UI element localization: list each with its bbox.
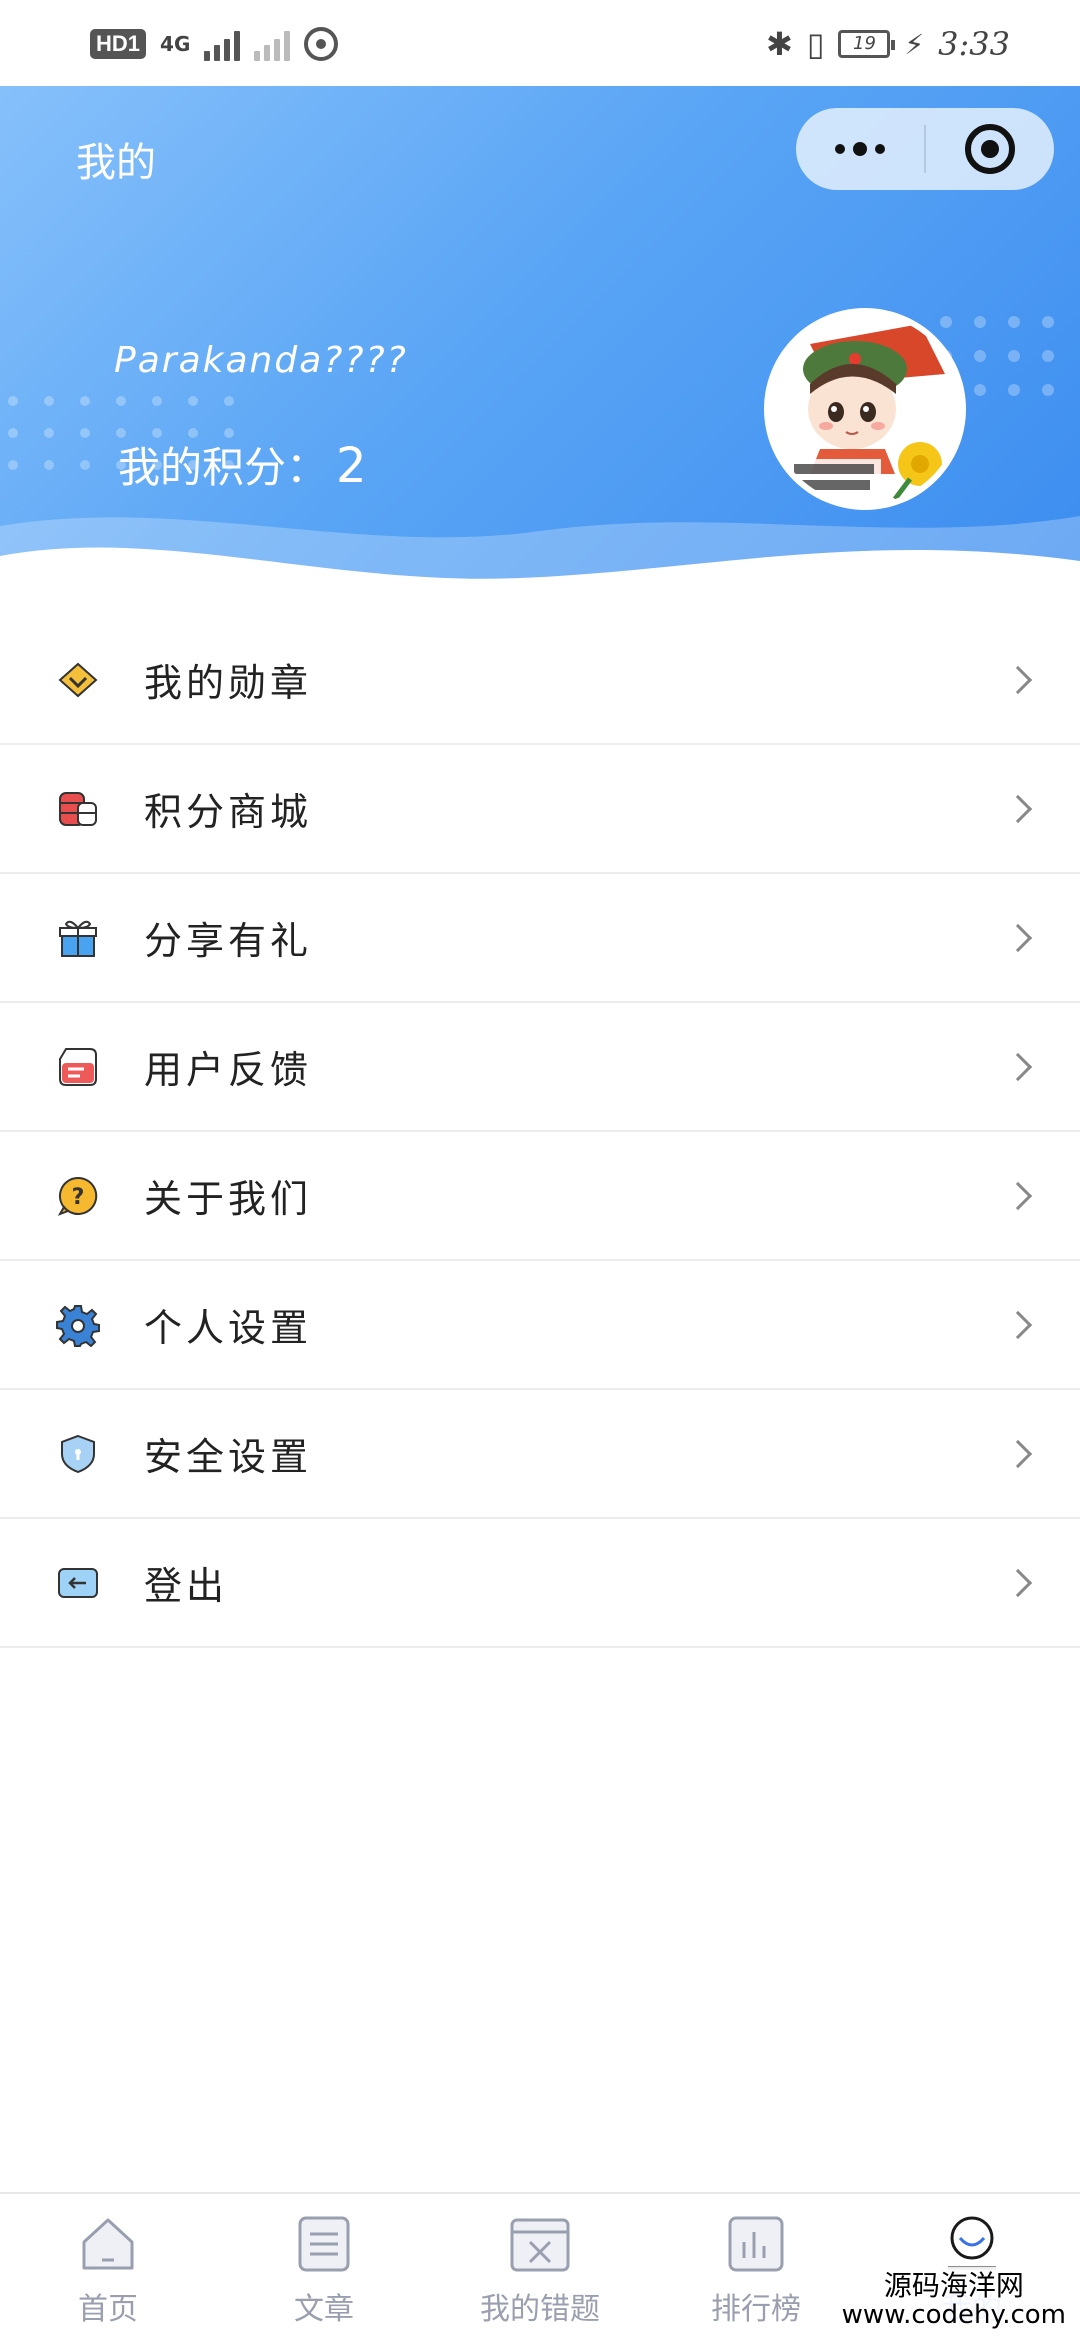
network-type: 4G xyxy=(160,32,191,56)
tab-label: 排行榜 xyxy=(711,2292,801,2327)
signal-icon xyxy=(204,27,241,61)
tab-label: 首页 xyxy=(78,2292,138,2327)
ranking-icon xyxy=(728,2216,784,2272)
menu-item-logout[interactable]: 登出 xyxy=(0,1519,1080,1648)
avatar[interactable] xyxy=(764,308,966,510)
tab-label: 文章 xyxy=(294,2292,354,2327)
more-dot-icon xyxy=(875,144,885,154)
tab-ranking[interactable]: 排行榜 xyxy=(648,2194,864,2340)
hotspot-icon xyxy=(304,27,339,61)
medal-icon xyxy=(58,662,98,698)
menu-item-label: 积分商城 xyxy=(144,790,313,834)
avatar-illustration xyxy=(770,314,960,504)
watermark-title: 源码海洋网 xyxy=(883,2268,1024,2302)
header-wave xyxy=(0,516,1080,616)
menu-item-label: 关于我们 xyxy=(144,1177,313,1221)
hd-sub-text: 1 xyxy=(127,31,141,56)
status-right: ✱ ▯ 19 ⚡ 3:33 xyxy=(766,22,1010,66)
tab-home[interactable]: 首页 xyxy=(0,2194,216,2340)
menu-item-about-us[interactable]: ? 关于我们 xyxy=(0,1132,1080,1261)
status-left: HD1 4G xyxy=(90,22,339,66)
tab-wrong-questions[interactable]: 我的错题 xyxy=(432,2194,648,2340)
more-button[interactable] xyxy=(796,108,924,190)
tab-label: 我的错题 xyxy=(480,2292,600,2327)
hd-badge: HD1 xyxy=(90,29,147,59)
tab-articles[interactable]: 文章 xyxy=(216,2194,432,2340)
watermark: 源码海洋网 www.codehy.com xyxy=(833,2266,1074,2334)
username: Parakanda???? xyxy=(114,340,408,381)
more-dot-icon xyxy=(853,142,867,156)
menu-item-medals[interactable]: 我的勋章 xyxy=(0,616,1080,745)
watermark-url: www.codehy.com xyxy=(841,2300,1066,2331)
chevron-right-icon xyxy=(1003,794,1033,823)
menu-item-label: 个人设置 xyxy=(144,1306,313,1350)
wrong-questions-icon xyxy=(510,2218,570,2272)
menu-item-points-mall[interactable]: 积分商城 xyxy=(0,745,1080,874)
page-title: 我的 xyxy=(76,140,156,186)
clock: 3:33 xyxy=(938,25,1010,63)
bluetooth-icon: ✱ xyxy=(766,25,793,63)
target-icon xyxy=(965,124,1015,174)
chevron-right-icon xyxy=(1003,1439,1033,1468)
close-mini-program-button[interactable] xyxy=(926,108,1054,190)
chevron-right-icon xyxy=(1003,923,1033,952)
bottom-tab-bar: 首页 文章 我的错题 排行榜 源码海洋网 www.codehy.com xyxy=(0,2192,1080,2340)
gift-icon xyxy=(59,920,97,957)
signal-secondary-icon xyxy=(254,27,291,61)
menu-item-label: 分享有礼 xyxy=(144,919,313,963)
menu-item-security-settings[interactable]: 安全设置 xyxy=(0,1390,1080,1519)
svg-text:?: ? xyxy=(72,1185,85,1210)
gear-icon xyxy=(56,1305,100,1347)
home-icon xyxy=(82,2218,134,2270)
hd-text: HD xyxy=(96,31,128,56)
logout-icon xyxy=(58,1568,98,1598)
menu-item-label: 安全设置 xyxy=(144,1435,313,1479)
battery-icon: 19 xyxy=(838,30,896,58)
menu-list: 我的勋章 积分商城 分享有礼 用户反馈 ? 关于我们 个人设置 安全设置 登出 xyxy=(0,616,1080,1648)
charging-icon: ⚡ xyxy=(904,27,925,61)
chevron-right-icon xyxy=(1003,1310,1033,1339)
chevron-right-icon xyxy=(1003,1052,1033,1081)
menu-item-label: 我的勋章 xyxy=(144,661,313,705)
feedback-icon xyxy=(59,1048,97,1086)
profile-header: 我的 Parakanda???? 我的积分： 2 xyxy=(0,86,1080,616)
chevron-right-icon xyxy=(1003,1568,1033,1597)
shield-icon xyxy=(61,1434,95,1474)
menu-item-label: 用户反馈 xyxy=(144,1048,313,1092)
status-bar: HD1 4G ✱ ▯ 19 ⚡ 3:33 xyxy=(0,0,1080,86)
vibrate-icon: ▯ xyxy=(806,25,825,63)
menu-item-personal-settings[interactable]: 个人设置 xyxy=(0,1261,1080,1390)
menu-item-label: 登出 xyxy=(144,1564,229,1608)
chevron-right-icon xyxy=(1003,1181,1033,1210)
coins-icon xyxy=(59,792,97,826)
menu-item-share-gift[interactable]: 分享有礼 xyxy=(0,874,1080,1003)
more-dot-icon xyxy=(835,144,845,154)
chevron-right-icon xyxy=(1003,665,1033,694)
menu-item-feedback[interactable]: 用户反馈 xyxy=(0,1003,1080,1132)
question-icon: ? xyxy=(57,1176,98,1216)
mini-program-capsule xyxy=(796,108,1054,190)
article-icon xyxy=(298,2216,350,2272)
